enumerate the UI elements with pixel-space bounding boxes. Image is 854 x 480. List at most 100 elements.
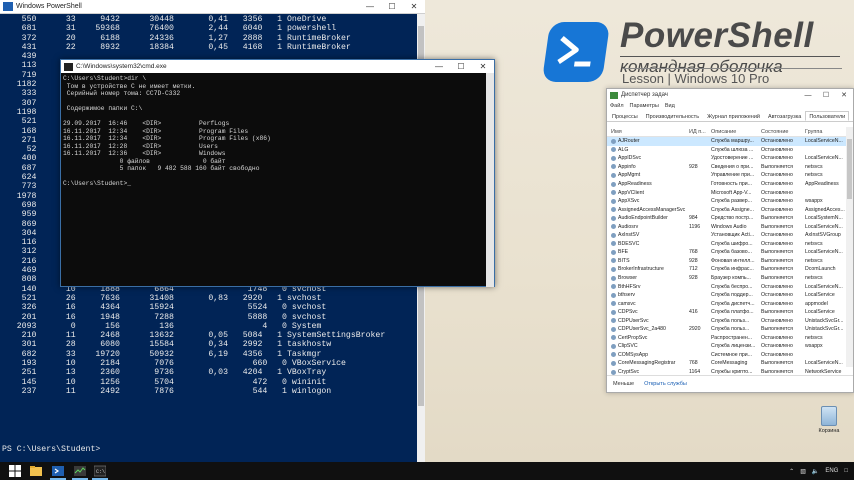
task-manager-titlebar[interactable]: Диспетчер задач — ☐ ✕ xyxy=(607,89,853,101)
task-manager-tabs: Процессы Производительность Журнал прило… xyxy=(607,111,853,122)
tm-maximize-button[interactable]: ☐ xyxy=(817,91,835,99)
service-row[interactable]: CDPUserSvc_2a480 2920 Служба польз... Выпол… xyxy=(607,325,847,334)
service-row[interactable]: AxInstSV Установщик Acti... Остановлено AxI… xyxy=(607,231,847,240)
service-row[interactable]: COMSysApp Системное при... Остановлено xyxy=(607,351,847,360)
service-row[interactable]: BFE 768 Служба базово... Выполняется LocalSe… xyxy=(607,248,847,257)
open-services-link[interactable]: Открыть службы xyxy=(644,381,687,387)
service-status: Выполняется xyxy=(761,223,793,230)
cmd-titlebar[interactable]: C:\Windows\system32\cmd.exe — ☐ ✕ xyxy=(61,60,494,73)
powershell-line: 550 33 9432 30448 0,41 3356 1 OneDrive xyxy=(2,15,327,24)
col-status[interactable]: Состояние xyxy=(761,129,805,135)
service-status: Выполняется xyxy=(761,326,793,333)
service-name-text: BITS xyxy=(618,257,630,264)
menu-options[interactable]: Параметры xyxy=(630,103,659,109)
service-gear-icon xyxy=(611,147,616,153)
powershell-taskbar-icon[interactable] xyxy=(52,465,64,477)
service-group: LocalService xyxy=(805,309,835,316)
service-row[interactable]: ClipSVC Служба лицензи... Остановлено wsapp… xyxy=(607,342,847,351)
tab-processes[interactable]: Процессы xyxy=(608,111,642,121)
service-name: ClipSVC xyxy=(607,343,687,349)
cmd-line xyxy=(63,173,494,181)
service-row[interactable]: Browser 928 Браузер компь... Выполняется net… xyxy=(607,274,847,283)
chevron-up-icon[interactable]: ⌃ xyxy=(789,468,794,475)
service-row[interactable]: AssignedAccessManagerSvc Служба Assigne..… xyxy=(607,205,847,214)
recycle-bin[interactable]: Корзина xyxy=(814,406,844,434)
tab-startup[interactable]: Автозагрузка xyxy=(764,111,805,121)
service-description: Распространен... xyxy=(711,334,753,341)
cmd-scrollbar[interactable] xyxy=(486,73,494,287)
service-description: Служба шлюза ... xyxy=(711,146,754,153)
powershell-prompt[interactable]: PS C:\Users\Student> xyxy=(2,445,100,454)
menu-view[interactable]: Вид xyxy=(665,103,675,109)
service-row[interactable]: AJRouter Служба маршру... Остановлено Local… xyxy=(607,137,847,146)
close-button[interactable]: ✕ xyxy=(403,2,425,11)
scrollbar-thumb[interactable] xyxy=(847,139,852,199)
cmd-minimize-button[interactable]: — xyxy=(428,62,450,71)
cmd-taskbar-icon[interactable]: C:\ xyxy=(94,465,106,477)
service-group: UnistackSvcGr... xyxy=(805,317,844,324)
service-row[interactable]: AppIDSvc Удостоверение ... Остановлено Loca… xyxy=(607,154,847,163)
service-group: netsvcs xyxy=(805,240,823,247)
service-row[interactable]: CDPUserSvc Служба польз... Остановлено Unis… xyxy=(607,316,847,325)
col-description[interactable]: Описание xyxy=(711,129,761,135)
col-name[interactable]: Имя xyxy=(607,129,687,135)
menu-file[interactable]: Файл xyxy=(610,103,624,109)
col-pid[interactable]: ИД п... xyxy=(687,129,711,135)
service-status: Остановлено xyxy=(761,155,793,162)
service-row[interactable]: BthHFSrv Служба беспро... Остановлено Local… xyxy=(607,282,847,291)
service-row[interactable]: AppReadiness Готовность при... Остановлено… xyxy=(607,180,847,189)
cmd-window[interactable]: C:\Windows\system32\cmd.exe — ☐ ✕ C:\Use… xyxy=(60,59,495,287)
services-scrollbar[interactable] xyxy=(846,127,853,367)
cmd-maximize-button[interactable]: ☐ xyxy=(450,62,472,71)
language-indicator[interactable]: ENG xyxy=(825,468,838,474)
tab-app-history[interactable]: Журнал приложений xyxy=(703,111,764,121)
service-group: wsappx xyxy=(805,198,823,205)
service-row[interactable]: AppXSvc Служба развер... Остановлено wsappx xyxy=(607,197,847,206)
cmd-close-button[interactable]: ✕ xyxy=(472,62,494,71)
task-manager-window[interactable]: Диспетчер задач — ☐ ✕ Файл Параметры Вид… xyxy=(606,88,854,393)
recycle-bin-icon[interactable] xyxy=(821,406,837,426)
service-pid: 984 xyxy=(689,215,698,222)
task-manager-taskbar-icon[interactable] xyxy=(74,465,86,477)
service-row[interactable]: Audiosrv 1196 Windows Audio Выполняется Loca… xyxy=(607,222,847,231)
file-explorer-icon[interactable] xyxy=(30,465,42,477)
service-name-text: CDPUserSvc xyxy=(618,317,649,324)
service-row[interactable]: ALG Служба шлюза ... Остановлено xyxy=(607,146,847,155)
fewer-details-button[interactable]: Меньше xyxy=(613,381,634,387)
tab-users[interactable]: Пользователи xyxy=(805,111,850,121)
network-icon[interactable]: ▧ xyxy=(800,468,806,475)
service-gear-icon xyxy=(611,369,616,375)
service-description: CoreMessaging xyxy=(711,360,748,367)
service-status: Остановлено xyxy=(761,292,793,299)
windows-start-icon[interactable] xyxy=(9,465,21,477)
service-row[interactable]: BrokerInfrastructure 712 Служба инфрас... В… xyxy=(607,265,847,274)
powershell-line: 431 22 8932 18384 0,45 4168 1 RuntimeBro… xyxy=(2,42,351,52)
service-row[interactable]: BITS 928 Фоновая интелл... Выполняется netsv… xyxy=(607,257,847,266)
services-table: Имя ИД п... Описание Состояние Группа AJ… xyxy=(607,127,847,376)
maximize-button[interactable]: ☐ xyxy=(381,2,403,11)
volume-icon[interactable]: 🔈 xyxy=(812,468,819,475)
service-row[interactable]: CoreMessagingRegistrar 768 CoreMessaging Вы… xyxy=(607,359,847,368)
service-row[interactable]: Appinfo 928 Сведения о при... Выполняется ne… xyxy=(607,163,847,172)
col-group[interactable]: Группа xyxy=(805,129,847,135)
powershell-line: 237 11 2492 7876 544 1 winlogon xyxy=(2,386,332,396)
powershell-line: 201 16 1948 7288 5888 0 svchost xyxy=(2,312,327,322)
service-row[interactable]: AudioEndpointBuilder 984 Средство постр...… xyxy=(607,214,847,223)
service-row[interactable]: CDPSvc 416 Служба платфо... Выполняется Loca… xyxy=(607,308,847,317)
cmd-output[interactable]: C:\Users\Student>dir \ Том в устройстве … xyxy=(61,73,494,188)
service-gear-icon xyxy=(611,318,616,324)
powershell-titlebar[interactable]: Windows PowerShell — ☐ ✕ xyxy=(0,0,425,14)
tm-close-button[interactable]: ✕ xyxy=(835,91,853,99)
service-row[interactable]: AppVClient Microsoft App-V... Остановлено xyxy=(607,188,847,197)
service-row[interactable]: BDESVC Служба шифро... Остановлено netsvcs xyxy=(607,240,847,249)
notifications-icon[interactable]: □ xyxy=(844,468,848,474)
tab-performance[interactable]: Производительность xyxy=(642,111,703,121)
minimize-button[interactable]: — xyxy=(359,2,381,11)
service-row[interactable]: AppMgmt Управление при... Остановлено netsv… xyxy=(607,171,847,180)
cmd-line: 16.11.2017 12:34 <DIR> Program Files xyxy=(63,127,249,135)
service-pid: 768 xyxy=(689,360,698,367)
tm-minimize-button[interactable]: — xyxy=(799,92,817,99)
service-row[interactable]: bthserv Служба поддер... Остановлено LocalS… xyxy=(607,291,847,300)
service-row[interactable]: camsvc Служба диспетч... Остановлено appmod… xyxy=(607,299,847,308)
service-row[interactable]: CertPropSvc Распространен... Остановлено ne… xyxy=(607,334,847,343)
